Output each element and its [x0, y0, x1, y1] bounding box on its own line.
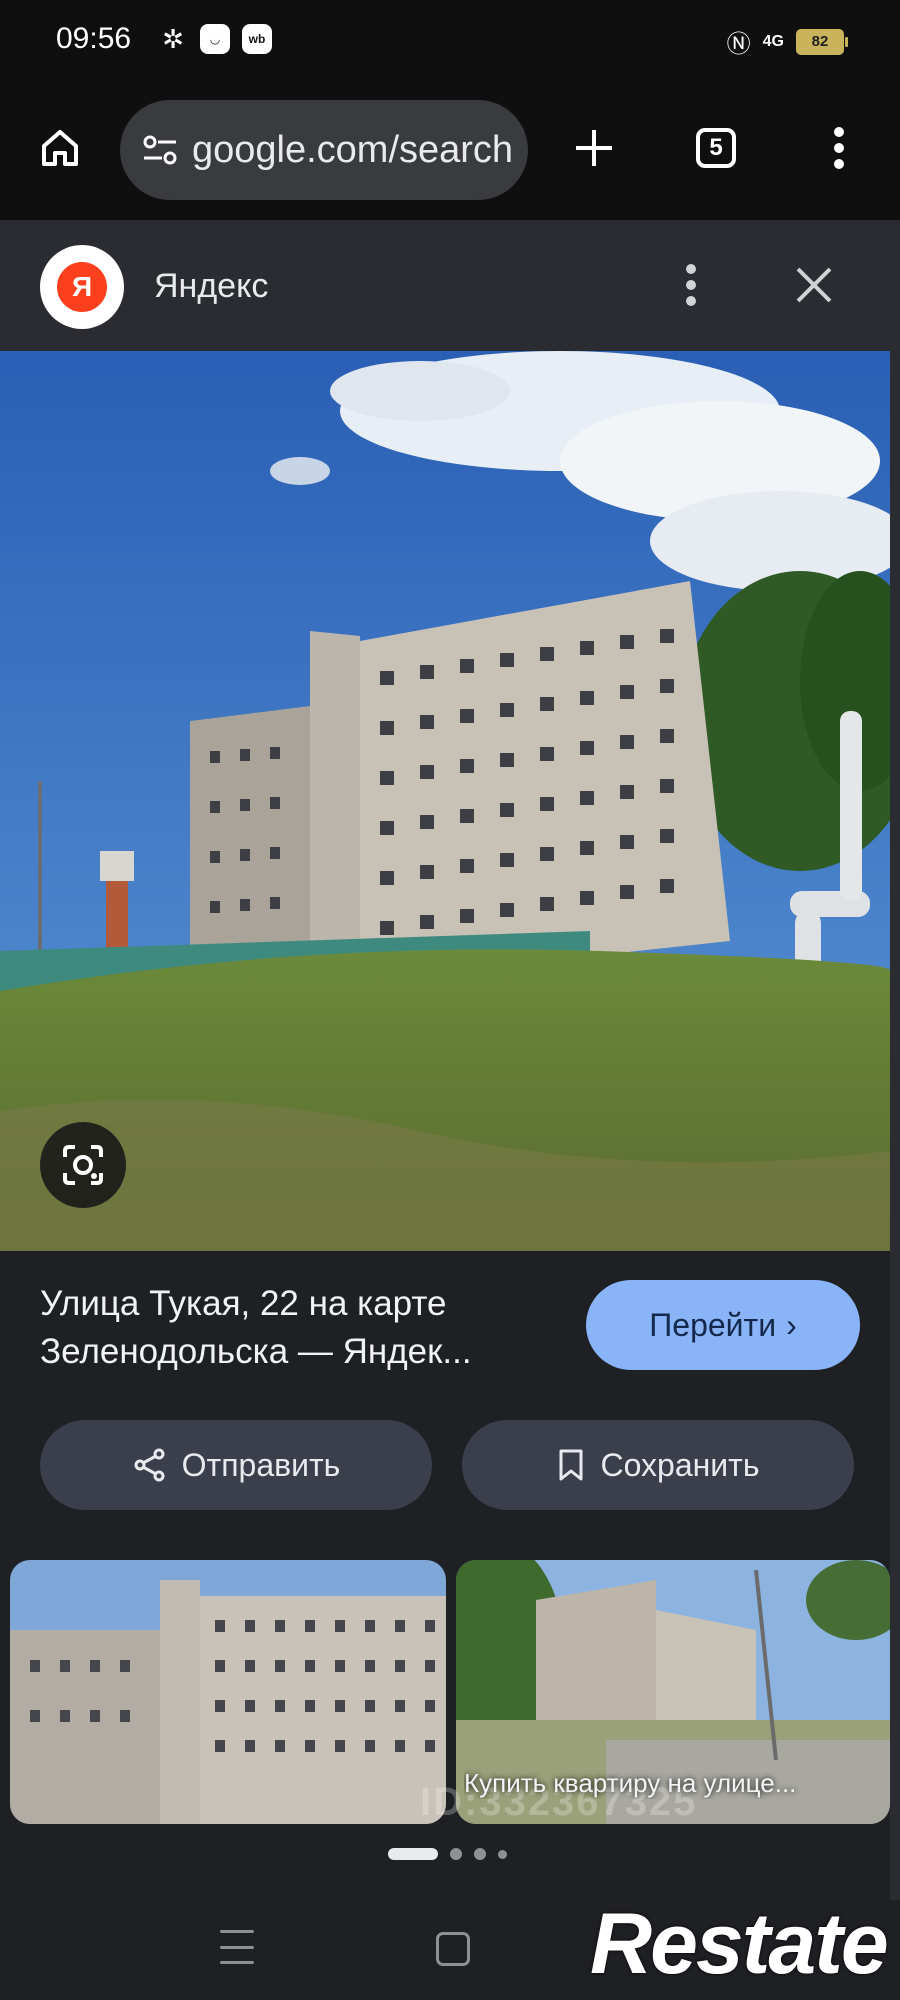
panel-more-button[interactable]: [676, 253, 706, 317]
result-title[interactable]: Улица Тукая, 22 на карте Зеленодольска —…: [40, 1280, 560, 1376]
related-image-2-caption[interactable]: Купить квартиру на улице...: [464, 1768, 884, 1799]
clock: 09:56: [56, 22, 132, 55]
recent-apps-button[interactable]: [220, 1930, 254, 1964]
browser-toolbar: google.com/search 5: [0, 80, 900, 223]
save-button[interactable]: Сохранить: [462, 1420, 854, 1510]
close-icon: [796, 267, 832, 303]
carousel-dot: [450, 1848, 462, 1860]
signal-icon: 4G: [762, 32, 784, 50]
share-button[interactable]: Отправить: [40, 1420, 432, 1510]
battery-level: 82: [811, 33, 829, 50]
home-icon: [42, 130, 78, 166]
bookmark-icon: [559, 1449, 583, 1481]
visit-button-label: Перейти: [649, 1306, 777, 1343]
tab-switcher-button[interactable]: 5: [696, 128, 736, 168]
battery-icon: 82: [796, 28, 848, 55]
yandex-logo: Я: [40, 245, 124, 329]
carousel-dot: [474, 1848, 486, 1860]
notification-icons: ✲ ◡ wb: [158, 24, 272, 54]
visit-button[interactable]: Перейти ›: [586, 1280, 860, 1370]
smile-app-icon: ◡: [200, 24, 230, 54]
system-home-button[interactable]: [436, 1932, 470, 1966]
status-bar: 09:56 ✲ ◡ wb Ⓝ 4G 82: [0, 0, 900, 80]
carousel-dot-active: [388, 1848, 438, 1860]
address-bar[interactable]: google.com/search: [120, 100, 528, 200]
system-icons: Ⓝ 4G 82: [726, 24, 848, 59]
tab-count: 5: [709, 134, 723, 161]
wb-app-icon: wb: [242, 24, 272, 54]
source-name[interactable]: Яндекс: [154, 267, 268, 306]
google-lens-button[interactable]: [40, 1122, 126, 1208]
carousel-dot: [498, 1849, 507, 1859]
carousel-indicator: [388, 1848, 507, 1860]
share-icon: [134, 1448, 165, 1482]
main-image[interactable]: [0, 351, 890, 1251]
site-settings-icon[interactable]: [138, 128, 182, 172]
slack-icon: ✲: [162, 23, 184, 54]
lens-icon: [63, 1145, 103, 1185]
close-panel-button[interactable]: [786, 257, 842, 313]
scroll-edge: [890, 223, 900, 1923]
restate-watermark-logo: Restate: [590, 1896, 889, 1992]
browser-menu-button[interactable]: [824, 120, 854, 176]
chevron-right-icon: ›: [786, 1306, 797, 1343]
url-text[interactable]: google.com/search: [192, 129, 513, 172]
share-button-label: Отправить: [181, 1446, 341, 1483]
new-tab-button[interactable]: [566, 120, 622, 176]
more-vertical-icon: [834, 127, 844, 169]
image-panel-header: Я Яндекс: [0, 223, 890, 351]
nfc-icon: Ⓝ: [726, 31, 751, 58]
more-vertical-icon: [686, 264, 696, 306]
yandex-logo-letter: Я: [57, 262, 107, 312]
home-button[interactable]: [32, 120, 88, 176]
related-image-1[interactable]: [10, 1560, 446, 1824]
save-button-label: Сохранить: [600, 1446, 760, 1483]
plus-icon: [576, 130, 612, 166]
